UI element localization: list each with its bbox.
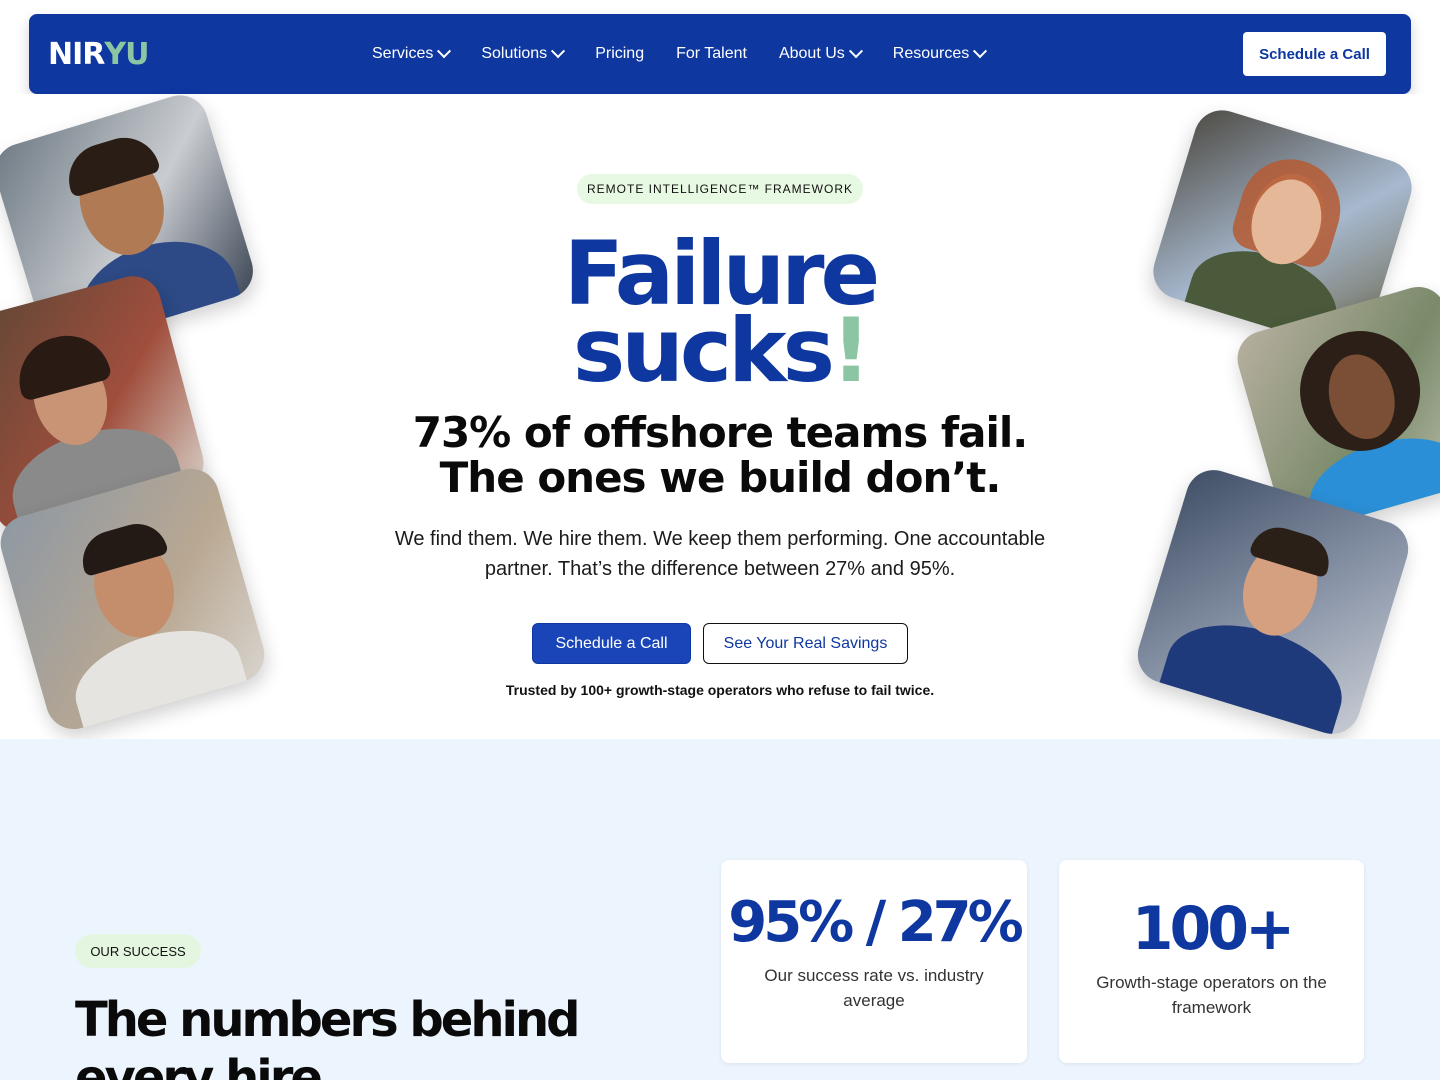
headline-word: sucks [572,299,835,402]
hero-description: We find them. We hire them. We keep them… [394,528,1046,580]
hero-subheadline-line2: The ones we build don’t. [439,453,1002,502]
nav-item-solutions[interactable]: Solutions [481,44,566,63]
see-savings-button[interactable]: See Your Real Savings [703,623,908,664]
nav-item-label: Pricing [595,45,645,62]
nav-item-label: Solutions [481,45,548,62]
logo-text-part1: NIR [48,36,105,72]
hero-headline-line2: sucks! [0,307,1440,395]
nav-item-label: For Talent [676,45,747,62]
chevron-down-icon [551,44,566,59]
success-title-line1: The numbers behind [75,992,580,1048]
nirvu-logo[interactable]: NIR YU [48,36,149,72]
chevron-down-icon [437,44,452,59]
nav-item-label: Services [372,45,434,62]
framework-badge: REMOTE INTELLIGENCE™ FRAMEWORK [577,174,863,204]
success-section: OUR SUCCESS The numbers behind every hir… [0,739,1440,1080]
chevron-down-icon [848,44,863,59]
success-title: The numbers behind every hire [75,991,580,1080]
nav-item-resources[interactable]: Resources [892,44,988,63]
stat-label: Our success rate vs. industry average [764,966,984,1010]
nav-item-for-talent[interactable]: For Talent [676,45,747,63]
headline-exclamation: ! [830,299,871,402]
top-navbar: NIR YU Services Solutions Pricing For Tal… [29,14,1411,94]
stat-card-operators: 100+ Growth-stage operators on the frame… [1059,860,1364,1063]
schedule-call-button[interactable]: Schedule a Call [532,623,691,664]
nav-item-pricing[interactable]: Pricing [595,45,644,63]
nav-links: Services Solutions Pricing For Talent Ab… [372,14,1017,94]
stat-label: Growth-stage operators on the framework [1096,973,1327,1017]
stat-value: 100+ [1131,894,1296,964]
logo-text-part2: YU [104,36,149,72]
nav-item-services[interactable]: Services [372,44,452,63]
stat-card-success-rate: 95% / 27% Our success rate vs. industry … [721,860,1027,1063]
trusted-by-text: Trusted by 100+ growth-stage operators w… [505,682,935,698]
nav-item-label: Resources [892,45,970,62]
hero-subheadline-line1: 73% of offshore teams fail. [412,408,1029,457]
stat-value: 95% / 27% [728,890,1024,955]
schedule-call-nav-button[interactable]: Schedule a Call [1243,32,1386,76]
nav-item-label: About Us [778,45,845,62]
success-title-line2: every hire [75,1050,323,1080]
nav-item-about-us[interactable]: About Us [778,44,863,63]
hero-section: REMOTE INTELLIGENCE™ FRAMEWORK Failure s… [0,88,1440,741]
our-success-badge: OUR SUCCESS [75,934,201,968]
chevron-down-icon [973,44,988,59]
